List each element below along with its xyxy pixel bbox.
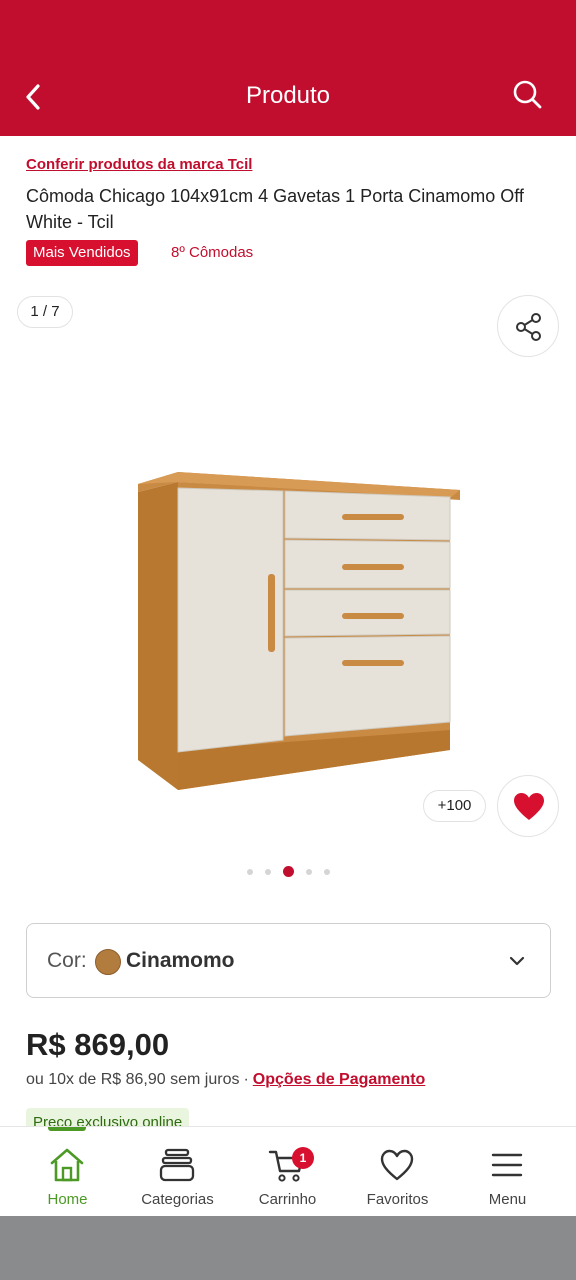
payment-options-link[interactable]: Opções de Pagamento xyxy=(253,1071,426,1088)
nav-item-menu[interactable]: Menu xyxy=(450,1127,565,1217)
pagination-dot[interactable] xyxy=(282,866,294,877)
nav-label-home: Home xyxy=(47,1191,88,1208)
chevron-down-icon xyxy=(509,956,525,966)
product-price: R$ 869,00 xyxy=(26,1027,170,1062)
nav-label-cart: Carrinho xyxy=(258,1191,317,1208)
color-swatch xyxy=(95,949,121,975)
pagination-dot[interactable] xyxy=(305,868,312,875)
pagination-dot[interactable] xyxy=(264,868,271,875)
page-title: Produto xyxy=(245,82,331,109)
nav-item-categories[interactable]: Categorias xyxy=(120,1127,235,1217)
installments-text: ou 10x de R$ 86,90 sem juros xyxy=(26,1071,240,1088)
color-selector[interactable]: Cor: Cinamomo xyxy=(26,923,551,998)
home-icon xyxy=(50,1148,84,1182)
cart-count-badge: 1 xyxy=(292,1147,314,1169)
nav-item-home[interactable]: Home xyxy=(10,1127,125,1217)
color-value: Cinamomo xyxy=(126,949,235,972)
categories-icon xyxy=(159,1148,195,1182)
nav-item-cart[interactable]: 1 Carrinho xyxy=(230,1127,345,1217)
favorite-button[interactable] xyxy=(497,775,559,837)
best-seller-badge: Mais Vendidos xyxy=(26,240,138,266)
share-button[interactable] xyxy=(497,295,559,357)
search-icon[interactable] xyxy=(510,78,544,112)
heart-icon xyxy=(380,1149,414,1181)
nav-label-menu: Menu xyxy=(488,1191,527,1208)
favorites-count: +100 xyxy=(423,790,486,822)
pagination-dot[interactable] xyxy=(246,868,253,875)
category-rank-link[interactable]: 8º Cômodas xyxy=(171,242,253,264)
active-indicator xyxy=(48,1127,86,1131)
brand-products-link[interactable]: Conferir produtos da marca Tcil xyxy=(26,156,252,173)
separator: · xyxy=(243,1071,249,1088)
product-image[interactable] xyxy=(120,460,470,800)
share-icon xyxy=(516,313,541,341)
installments-info: ou 10x de R$ 86,90 sem juros · Opções de P… xyxy=(26,1071,425,1089)
nav-label-favorites: Favoritos xyxy=(366,1191,429,1208)
nav-item-favorites[interactable]: Favoritos xyxy=(340,1127,455,1217)
product-title: Cômoda Chicago 104x91cm 4 Gavetas 1 Port… xyxy=(26,186,524,232)
pagination-dot[interactable] xyxy=(323,868,330,875)
nav-label-categories: Categorias xyxy=(141,1191,214,1208)
bottom-navigation: Home Categorias 1 Carrinho Favoritos Men… xyxy=(0,1126,576,1216)
menu-icon xyxy=(491,1153,523,1177)
color-label: Cor: xyxy=(47,949,87,972)
system-navigation-bar xyxy=(0,1216,576,1280)
gallery-pagination xyxy=(0,866,576,877)
top-app-bar: Produto xyxy=(0,0,576,136)
image-counter: 1 / 7 xyxy=(17,296,73,328)
heart-filled-icon xyxy=(514,793,544,820)
